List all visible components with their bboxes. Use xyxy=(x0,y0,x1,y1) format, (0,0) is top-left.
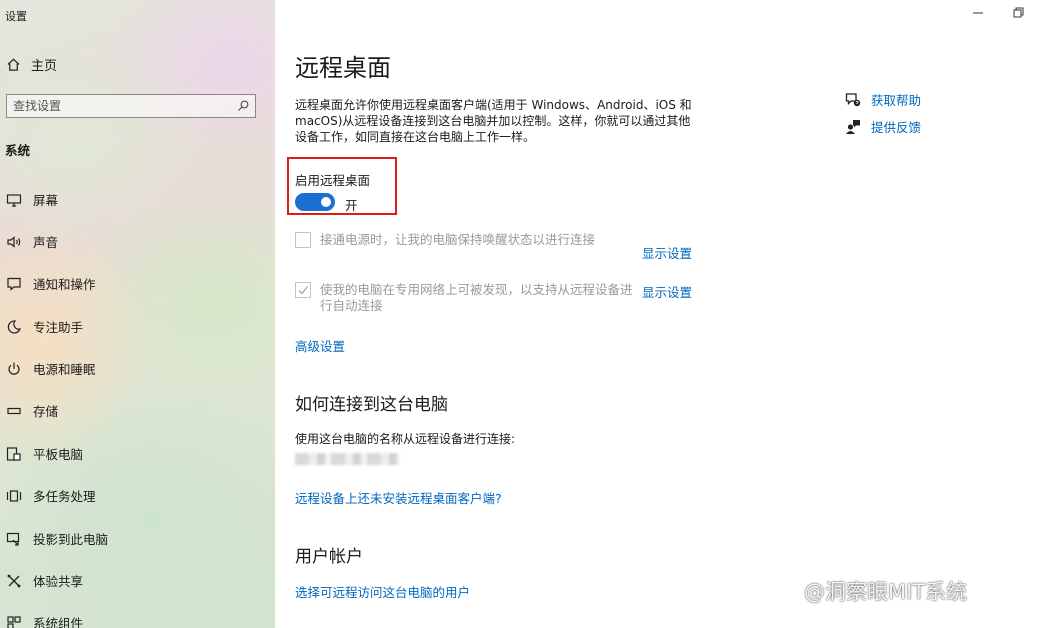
paw-icon xyxy=(781,584,799,599)
maximize-button[interactable] xyxy=(1012,2,1024,26)
window-title: 设置 xyxy=(5,10,27,23)
get-help-label: 获取帮助 xyxy=(871,93,922,108)
monitor-icon xyxy=(6,193,22,207)
search-box[interactable] xyxy=(6,94,256,118)
sidebar-item-label: 多任务处理 xyxy=(33,489,96,504)
discoverable-text: 使我的电脑在专用网络上可被发现，以支持从远程设备进行自动连接 xyxy=(320,282,633,313)
sidebar-item-label: 体验共享 xyxy=(33,574,84,589)
sidebar-home-label: 主页 xyxy=(31,59,58,74)
share-icon xyxy=(7,574,21,587)
feedback-icon xyxy=(846,119,860,134)
multitask-icon xyxy=(6,489,22,502)
toggle-knob xyxy=(321,197,331,207)
sidebar-item-label: 声音 xyxy=(33,235,59,250)
sidebar-item-multitasking[interactable]: 多任务处理 xyxy=(5,486,96,505)
sidebar-item-label: 投影到此电脑 xyxy=(33,532,109,547)
remote-desktop-toggle-label: 启用远程桌面 xyxy=(295,173,371,188)
sidebar-item-tablet[interactable]: 平板电脑 xyxy=(5,444,83,463)
how-to-connect-text: 使用这台电脑的名称从远程设备进行连接: xyxy=(295,432,516,446)
get-help-link[interactable]: 获取帮助 xyxy=(845,90,921,109)
sidebar-item-label: 电源和睡眠 xyxy=(33,362,96,377)
keep-awake-checkbox[interactable] xyxy=(295,232,311,248)
notification-icon xyxy=(7,277,21,291)
minimize-button[interactable] xyxy=(972,2,984,26)
sidebar-item-power-sleep[interactable]: 电源和睡眠 xyxy=(5,359,96,378)
sidebar-item-sound[interactable]: 声音 xyxy=(5,232,58,251)
sidebar: 设置 主页 系统 屏幕 声音 通知和操作 专注助手 电源和睡眠 存储 平板电脑 … xyxy=(0,0,275,628)
sidebar-item-display[interactable]: 屏幕 xyxy=(5,190,58,209)
no-client-link[interactable]: 远程设备上还未安装远程桌面客户端? xyxy=(295,488,502,507)
sidebar-item-label: 屏幕 xyxy=(33,193,59,208)
sidebar-item-storage[interactable]: 存储 xyxy=(5,401,58,420)
moon-icon xyxy=(7,319,21,334)
home-icon xyxy=(7,58,20,71)
user-accounts-heading: 用户帐户 xyxy=(295,547,363,567)
sidebar-item-label: 专注助手 xyxy=(33,320,84,335)
how-to-connect-heading: 如何连接到这台电脑 xyxy=(295,395,448,415)
tablet-icon xyxy=(6,446,21,461)
sidebar-item-focus-assist[interactable]: 专注助手 xyxy=(5,317,83,336)
speaker-icon xyxy=(7,235,21,248)
discoverable-checkbox[interactable] xyxy=(295,282,311,298)
discoverable-show-settings-link[interactable]: 显示设置 xyxy=(642,282,692,301)
sidebar-item-label: 存储 xyxy=(33,404,59,419)
project-icon xyxy=(6,532,20,546)
sidebar-item-label: 通知和操作 xyxy=(33,277,96,292)
search-input[interactable] xyxy=(13,99,213,113)
sidebar-item-project[interactable]: 投影到此电脑 xyxy=(5,529,108,548)
keep-awake-show-settings-link[interactable]: 显示设置 xyxy=(642,243,692,262)
feedback-link[interactable]: 提供反馈 xyxy=(845,117,921,136)
watermark-text: @洞察眼MIT系统 xyxy=(804,580,968,604)
page-description: 远程桌面允许你使用远程桌面客户端(适用于 Windows、Android、iOS… xyxy=(295,98,692,144)
search-icon[interactable] xyxy=(237,100,249,112)
main-content: 远程桌面 远程桌面允许你使用远程桌面客户端(适用于 Windows、Androi… xyxy=(275,0,1050,628)
feedback-label: 提供反馈 xyxy=(871,120,922,135)
sidebar-home[interactable]: 主页 xyxy=(6,55,57,74)
sidebar-item-label: 平板电脑 xyxy=(33,447,84,462)
pc-name-blurred xyxy=(295,453,400,465)
help-icon xyxy=(845,92,861,106)
advanced-settings-link[interactable]: 高级设置 xyxy=(295,336,345,355)
sidebar-item-shared-experiences[interactable]: 体验共享 xyxy=(5,571,83,590)
maximize-icon xyxy=(1013,7,1024,18)
select-users-link[interactable]: 选择可远程访问这台电脑的用户 xyxy=(295,582,470,601)
remote-desktop-toggle[interactable] xyxy=(295,193,335,211)
sidebar-section-system: 系统 xyxy=(5,143,31,158)
components-icon xyxy=(7,615,21,628)
checkmark-icon xyxy=(298,286,309,295)
power-icon xyxy=(8,362,20,375)
watermark: @洞察眼MIT系统 xyxy=(780,576,967,606)
keep-awake-text: 接通电源时，让我的电脑保持唤醒状态以进行连接 xyxy=(320,232,596,247)
page-title: 远程桌面 xyxy=(295,54,391,82)
sidebar-item-label: 系统组件 xyxy=(33,616,84,628)
sidebar-item-system-components[interactable]: 系统组件 xyxy=(5,613,83,628)
storage-icon xyxy=(7,407,21,414)
minimize-icon xyxy=(973,12,983,14)
toggle-state-text: 开 xyxy=(345,198,358,213)
sidebar-item-notifications[interactable]: 通知和操作 xyxy=(5,274,96,293)
